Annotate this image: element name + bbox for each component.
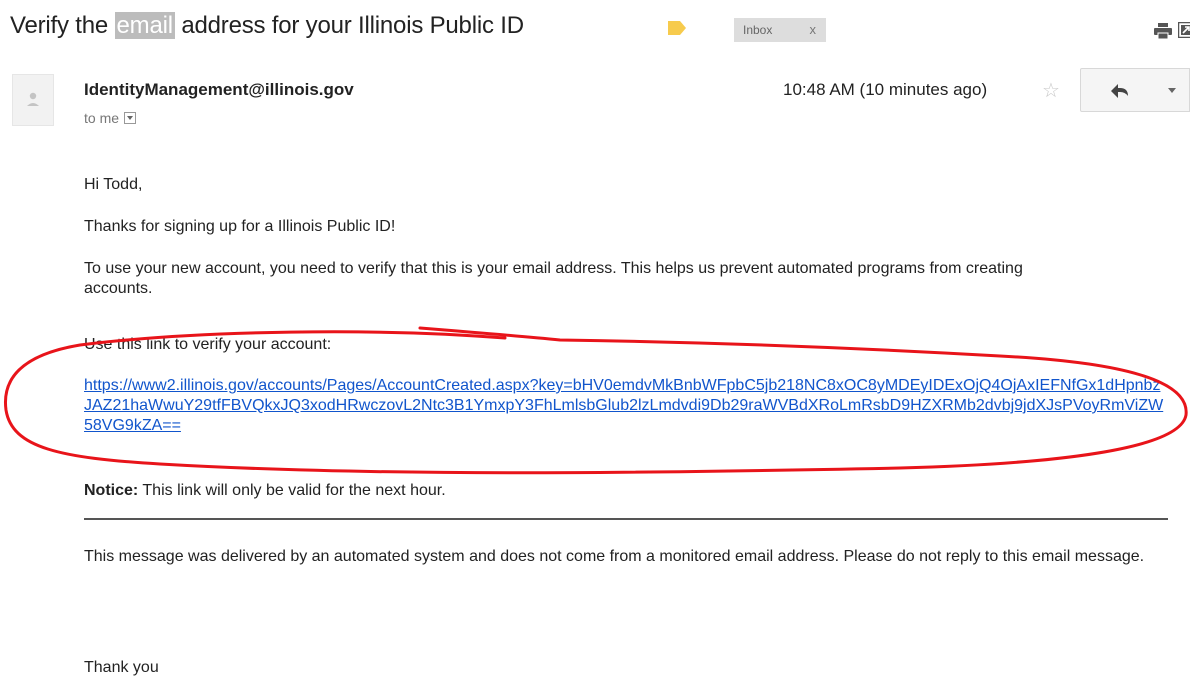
reply-icon: [1111, 84, 1128, 98]
new-window-icon[interactable]: [1178, 22, 1190, 38]
more-dropdown-icon[interactable]: [1155, 68, 1190, 112]
reply-button[interactable]: [1080, 68, 1156, 112]
recipient-text: to me: [84, 110, 120, 126]
inbox-label-chip[interactable]: Inbox x: [734, 18, 826, 42]
subject-search-highlight: email: [114, 12, 175, 39]
divider: [84, 518, 1168, 520]
automated-notice: This message was delivered by an automat…: [84, 548, 1145, 565]
recipient-line: to me: [84, 110, 137, 126]
inbox-label-text: Inbox: [743, 23, 773, 37]
thanks-paragraph: Thanks for signing up for a Illinois Pub…: [84, 218, 396, 235]
star-icon[interactable]: ☆: [1042, 78, 1060, 103]
notice-paragraph: Notice: This link will only be valid for…: [84, 481, 446, 501]
link-intro: Use this link to verify your account:: [84, 336, 332, 353]
email-subject: Verify the email address for your Illino…: [10, 12, 524, 40]
avatar: [12, 74, 54, 126]
notice-text: This link will only be valid for the nex…: [138, 482, 446, 499]
remove-label-button[interactable]: x: [810, 18, 817, 42]
notice-label: Notice:: [84, 482, 139, 499]
email-timestamp: 10:48 AM (10 minutes ago): [783, 80, 988, 99]
subject-text-end: address for your Illinois Public ID: [174, 12, 524, 39]
show-details-dropdown-icon[interactable]: [124, 112, 137, 124]
verification-link[interactable]: https://www2.illinois.gov/accounts/Pages…: [84, 376, 1164, 436]
sender-address[interactable]: IdentityManagement@illinois.gov: [84, 80, 354, 100]
avatar-icon: [27, 92, 39, 106]
closing: Thank you: [84, 659, 159, 676]
label-tag-icon[interactable]: [668, 21, 686, 35]
print-icon[interactable]: [1154, 23, 1172, 39]
subject-text-start: Verify the: [10, 12, 115, 39]
instructions-paragraph: To use your new account, you need to ver…: [84, 260, 1023, 297]
subject-bar: Verify the email address for your Illino…: [10, 8, 1190, 48]
greeting: Hi Todd,: [84, 176, 143, 193]
